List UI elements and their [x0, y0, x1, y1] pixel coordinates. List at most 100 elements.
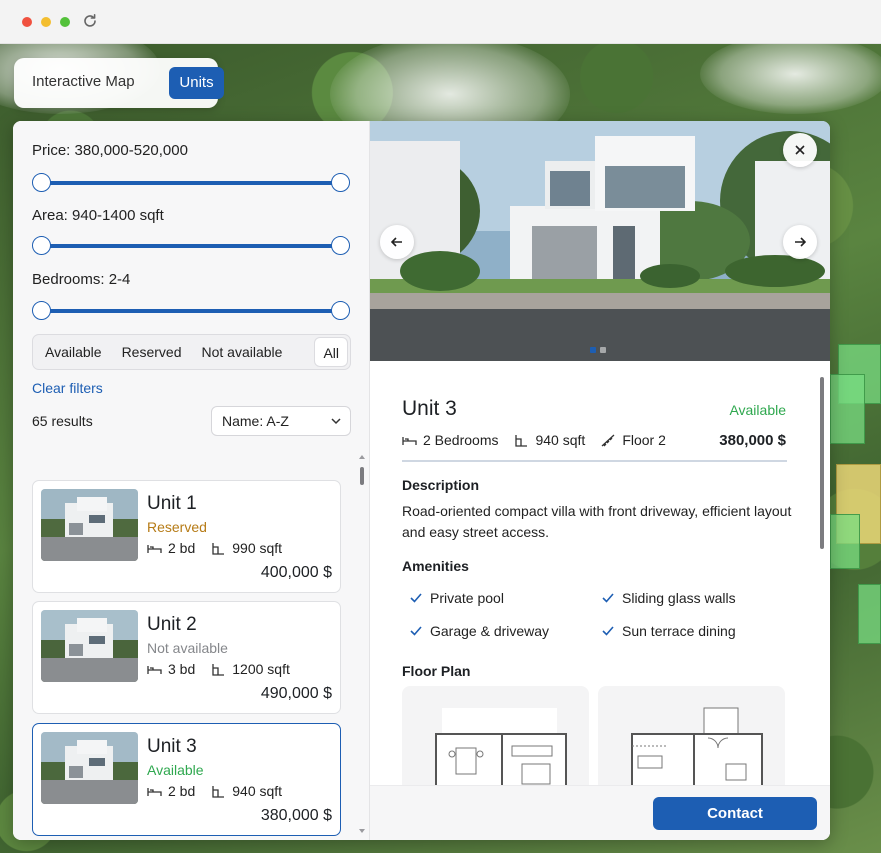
house-photo — [370, 121, 830, 361]
results-count: 65 results — [32, 413, 93, 429]
bed-icon — [147, 665, 162, 674]
unit-status: Reserved — [147, 519, 207, 535]
bedrooms-max-handle[interactable] — [331, 301, 350, 320]
interactive-map-tab[interactable]: Interactive Map — [32, 73, 135, 90]
close-button[interactable] — [783, 133, 817, 167]
minimize-window-button[interactable] — [41, 17, 51, 27]
pager-dot[interactable] — [600, 347, 606, 353]
bedrooms-range-slider[interactable] — [32, 301, 350, 321]
unit-card[interactable]: Unit 1 Reserved 2 bd 990 sqft 400,000 $ — [32, 480, 341, 593]
description-text: Road-oriented compact villa with front d… — [402, 503, 792, 540]
unit-status: Not available — [147, 640, 228, 656]
description-heading: Description — [402, 477, 480, 493]
filter-not-available[interactable]: Not available — [191, 337, 292, 367]
detail-bedrooms: 2 Bedrooms — [423, 432, 499, 448]
chevron-down-icon — [331, 418, 341, 425]
unit-area: 940 sqft — [232, 783, 283, 799]
slider-track — [40, 309, 342, 313]
unit-list-scrollbar[interactable] — [359, 457, 365, 837]
detail-meta: 2 Bedrooms 940 sqft Floor 2 — [402, 432, 666, 448]
amenities-heading: Amenities — [402, 558, 469, 574]
amenity-item: Private pool — [410, 590, 504, 606]
close-window-button[interactable] — [22, 17, 32, 27]
floor-plan-image[interactable] — [402, 686, 589, 785]
area-filter-label: Area: 940-1400 sqft — [32, 207, 164, 224]
bed-icon — [147, 787, 162, 796]
bedrooms-filter-label: Bedrooms: 2-4 — [32, 271, 131, 288]
unit-meta: 2 bd 940 sqft — [147, 783, 282, 799]
unit-title: Unit 1 — [147, 493, 197, 514]
unit-beds: 3 bd — [168, 661, 196, 677]
floor-plan-image[interactable] — [598, 686, 785, 785]
slider-track — [40, 181, 342, 185]
area-min-handle[interactable] — [32, 236, 51, 255]
amenity-item: Sliding glass walls — [602, 590, 736, 606]
check-icon — [410, 593, 422, 603]
amenity-label: Sun terrace dining — [622, 623, 736, 639]
filter-sidebar: Price: 380,000-520,000 Area: 940-1400 sq… — [13, 121, 370, 840]
unit-photo-carousel[interactable] — [370, 121, 830, 361]
check-icon — [410, 626, 422, 636]
cloud — [700, 44, 881, 114]
unit-card-selected[interactable]: Unit 3 Available 2 bd 940 sqft 380,000 $ — [32, 723, 341, 836]
detail-footer: Contact — [370, 785, 830, 840]
scrollbar-thumb[interactable] — [360, 467, 364, 485]
clear-filters-link[interactable]: Clear filters — [32, 380, 103, 396]
scroll-down-arrow[interactable] — [359, 828, 365, 834]
amenity-label: Private pool — [430, 590, 504, 606]
unit-detail-panel: Unit 3 Available 2 Bedrooms 940 sqft Flo… — [370, 121, 830, 840]
previous-photo-button[interactable] — [380, 225, 414, 259]
price-min-handle[interactable] — [32, 173, 51, 192]
maximize-window-button[interactable] — [60, 17, 70, 27]
filter-reserved[interactable]: Reserved — [112, 337, 192, 367]
area-icon — [515, 434, 528, 447]
view-toggle: Interactive Map Units — [14, 58, 224, 108]
unit-title: Unit 2 — [147, 614, 197, 635]
map-building[interactable] — [830, 514, 860, 569]
pager-dot-active[interactable] — [590, 347, 596, 353]
filter-all[interactable]: All — [314, 337, 348, 367]
check-icon — [602, 626, 614, 636]
detail-title: Unit 3 — [402, 397, 457, 420]
price-range-slider[interactable] — [32, 173, 350, 193]
filter-available[interactable]: Available — [35, 337, 112, 367]
arrow-right-icon — [795, 237, 806, 247]
detail-price: 380,000 $ — [719, 432, 786, 449]
area-max-handle[interactable] — [331, 236, 350, 255]
area-range-slider[interactable] — [32, 236, 350, 256]
close-icon — [795, 145, 805, 155]
units-tab[interactable]: Units — [169, 67, 224, 99]
photo-pager — [590, 347, 606, 353]
area-icon — [212, 663, 225, 676]
bed-icon — [402, 436, 417, 445]
unit-price: 380,000 $ — [260, 807, 332, 824]
units-panel: Price: 380,000-520,000 Area: 940-1400 sq… — [13, 121, 830, 840]
unit-price: 400,000 $ — [260, 564, 332, 581]
unit-thumbnail — [41, 610, 138, 682]
bedrooms-min-handle[interactable] — [32, 301, 51, 320]
bed-icon — [147, 544, 162, 553]
area-icon — [212, 542, 225, 555]
unit-thumbnail — [41, 489, 138, 561]
sort-select-value: Name: A-Z — [222, 413, 289, 429]
map-building[interactable] — [858, 584, 881, 644]
next-photo-button[interactable] — [783, 225, 817, 259]
unit-beds: 2 bd — [168, 540, 196, 556]
sort-select[interactable]: Name: A-Z — [211, 406, 351, 436]
scrollbar-thumb[interactable] — [820, 377, 824, 549]
map-building[interactable] — [830, 374, 865, 444]
area-icon — [212, 785, 225, 798]
unit-card[interactable]: Unit 2 Not available 3 bd 1200 sqft 490,… — [32, 601, 341, 714]
detail-scrollbar[interactable] — [819, 369, 825, 785]
unit-detail-content: Unit 3 Available 2 Bedrooms 940 sqft Flo… — [370, 361, 820, 785]
amenity-label: Sliding glass walls — [622, 590, 736, 606]
reload-icon[interactable] — [82, 13, 98, 29]
unit-meta: 2 bd 990 sqft — [147, 540, 282, 556]
detail-status: Available — [729, 402, 786, 418]
floor-plan-heading: Floor Plan — [402, 663, 471, 679]
detail-floor: Floor 2 — [622, 432, 666, 448]
price-max-handle[interactable] — [331, 173, 350, 192]
contact-button[interactable]: Contact — [653, 797, 817, 830]
unit-price: 490,000 $ — [260, 685, 332, 702]
unit-thumbnail — [41, 732, 138, 804]
